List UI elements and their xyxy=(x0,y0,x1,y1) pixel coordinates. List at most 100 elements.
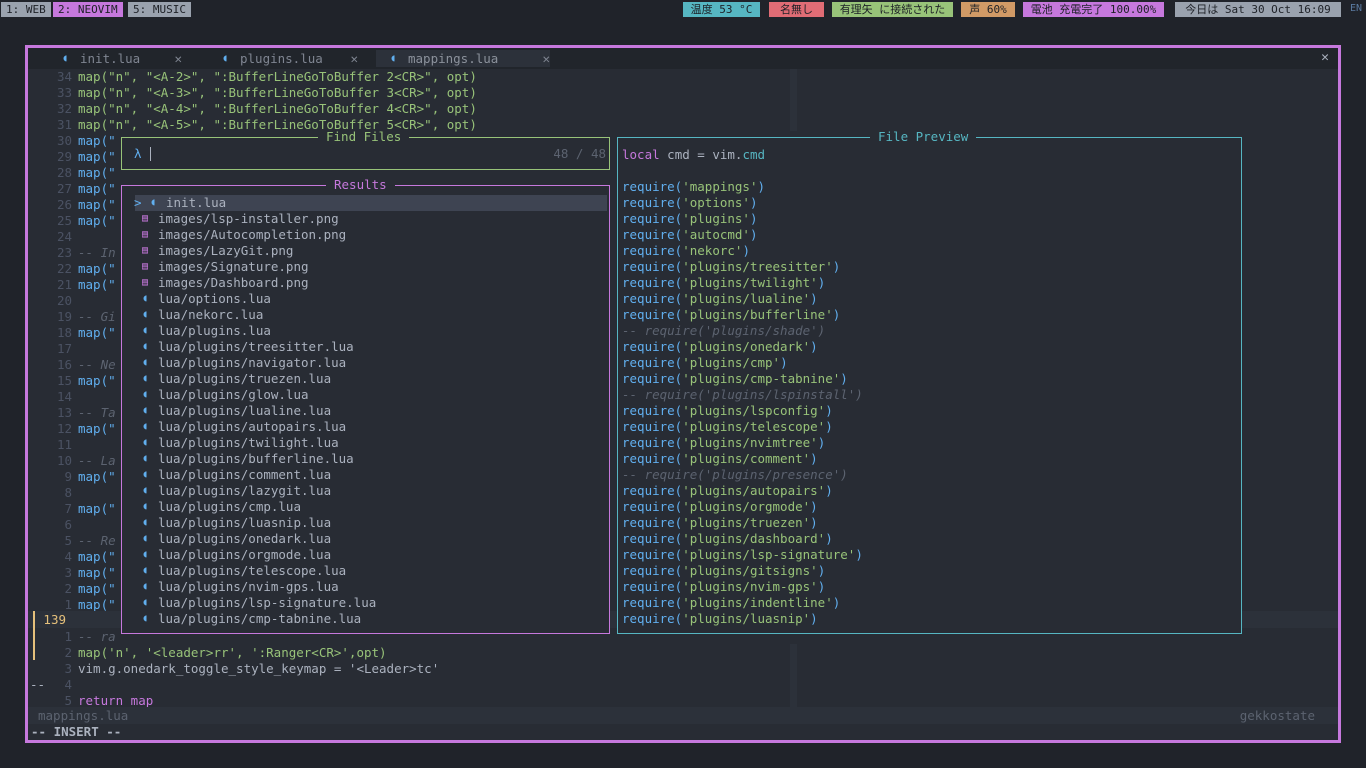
lua-file-icon: ◖ xyxy=(142,565,149,576)
buffer-tabline: ◖ init.lua ✕ ◖ plugins.lua ✕ ◖ mappings.… xyxy=(28,48,1338,69)
lua-file-icon: ◖ xyxy=(150,197,157,208)
close-window-icon[interactable]: ✕ xyxy=(1321,50,1329,65)
line-number: 21 xyxy=(56,277,72,292)
lua-file-icon: ◖ xyxy=(142,341,149,352)
result-name: lua/plugins/lsp-signature.lua xyxy=(158,595,377,610)
lua-file-icon: ◖ xyxy=(142,437,149,448)
preview-line: -- require('plugins/lspinstall') xyxy=(622,387,863,403)
result-name: lua/plugins/onedark.lua xyxy=(158,531,332,546)
workspace-5[interactable]: 5: MUSIC xyxy=(128,2,191,17)
result-name: lua/plugins/telescope.lua xyxy=(158,563,347,578)
line-number: 13 xyxy=(56,405,72,420)
preview-text: -- require('plugins/shade') xyxy=(622,323,826,338)
line-number: 15 xyxy=(56,373,72,388)
preview-text: 'options' xyxy=(682,195,750,210)
preview-text: -- require('plugins/presence') xyxy=(622,467,848,482)
require-call: require( xyxy=(622,563,683,578)
code-text: map("n", "<A-4>", ":BufferLineGoToBuffer… xyxy=(78,101,477,116)
require-call: require( xyxy=(622,547,683,562)
preview-text: 'plugins/bufferline' xyxy=(682,307,833,322)
tab-plugins-lua[interactable]: ◖ plugins.lua ✕ xyxy=(222,50,358,67)
preview-text: 'plugins/nvimtree' xyxy=(682,435,818,450)
code-text: -- In xyxy=(78,245,116,260)
lua-file-icon: ◖ xyxy=(142,309,149,320)
result-name: lua/nekorc.lua xyxy=(158,307,264,322)
preview-line: -- require('plugins/presence') xyxy=(622,467,848,483)
require-close: ) xyxy=(810,499,818,514)
require-close: ) xyxy=(780,355,788,370)
result-name: lua/plugins.lua xyxy=(158,323,271,338)
require-call: require( xyxy=(622,307,683,322)
result-name: lua/plugins/comment.lua xyxy=(158,467,332,482)
close-icon[interactable]: ✕ xyxy=(350,50,358,67)
tab-init-lua[interactable]: ◖ init.lua ✕ xyxy=(62,50,182,67)
image-file-icon: ▤ xyxy=(142,277,149,288)
require-call: require( xyxy=(622,371,683,386)
lua-file-icon: ◖ xyxy=(142,613,149,624)
require-close: ) xyxy=(749,211,758,226)
result-name: lua/plugins/lualine.lua xyxy=(158,403,332,418)
system-bar: 1: WEB 2: NEOVIM 5: MUSIC 温度 53 °C 名無し 有… xyxy=(0,0,1366,19)
workspace-2-active[interactable]: 2: NEOVIM xyxy=(53,2,123,17)
preview-line: require('plugins/comment') xyxy=(622,451,818,467)
lua-file-icon: ◖ xyxy=(142,389,149,400)
preview-line: require('plugins/nvim-gps') xyxy=(622,579,825,595)
finder-results-panel: Results > ◖ init.lua ▤ images/lsp-installer… xyxy=(121,177,610,634)
lua-file-icon: ◖ xyxy=(142,373,149,384)
image-file-icon: ▤ xyxy=(142,245,149,256)
line-number: 28 xyxy=(56,165,72,180)
code-text: map(" xyxy=(78,213,116,228)
preview-line: require('plugins/indentline') xyxy=(622,595,840,611)
line-number: 3 xyxy=(64,565,72,580)
code-text: map(" xyxy=(78,581,116,596)
tab-label: init.lua xyxy=(80,51,141,66)
preview-text: 'plugins/orgmode' xyxy=(682,499,811,514)
line-number: 32 xyxy=(56,101,72,116)
require-close: ) xyxy=(832,595,841,610)
prompt-title: Find Files xyxy=(318,129,410,145)
lua-file-icon: ◖ xyxy=(142,357,149,368)
result-name: lua/plugins/cmp-tabnine.lua xyxy=(158,611,362,626)
code-text: -- Ta xyxy=(78,405,116,420)
close-icon[interactable]: ✕ xyxy=(542,50,550,67)
preview-text: 'plugins/lspconfig' xyxy=(682,403,826,418)
result-name: lua/plugins/glow.lua xyxy=(158,387,309,402)
require-close: ) xyxy=(855,547,863,562)
lua-file-icon: ◖ xyxy=(142,469,149,480)
line-number: 1 xyxy=(64,629,72,644)
close-icon[interactable]: ✕ xyxy=(174,50,182,67)
network-widget: 有理矢 に接続された xyxy=(832,2,953,17)
code-text: map(" xyxy=(78,165,116,180)
preview-text: 'plugins/truezen' xyxy=(682,515,811,530)
preview-line: require('plugins/lsp-signature') xyxy=(622,547,863,563)
line-number: 14 xyxy=(56,389,72,404)
preview-line: require('plugins/lspconfig') xyxy=(622,403,833,419)
preview-line: require('options') xyxy=(622,195,757,211)
require-call: require( xyxy=(622,179,683,194)
require-close: ) xyxy=(832,307,841,322)
code-text: map(" xyxy=(78,149,116,164)
fold-marker: -- xyxy=(30,677,46,692)
code-text: -- Re xyxy=(78,533,116,548)
result-name: lua/plugins/navigator.lua xyxy=(158,355,347,370)
line-number: 22 xyxy=(56,261,72,276)
statusline-file: mappings.lua xyxy=(38,708,129,723)
line-number: 2 xyxy=(64,645,72,660)
code-text: map(" xyxy=(78,261,116,276)
result-name: lua/plugins/orgmode.lua xyxy=(158,547,332,562)
line-number: 31 xyxy=(56,117,72,132)
find-files-input[interactable] xyxy=(150,146,550,162)
code-text: map(" xyxy=(78,197,116,212)
code-line: 4 -- xyxy=(28,677,1338,693)
require-close: ) xyxy=(817,275,826,290)
code-line: 34 map("n", "<A-2>", ":BufferLineGoToBuff… xyxy=(28,69,1338,85)
result-name: lua/plugins/twilight.lua xyxy=(158,435,339,450)
tab-mappings-lua[interactable]: ◖ mappings.lua ✕ xyxy=(376,50,550,67)
require-call: require( xyxy=(622,531,683,546)
code-text: map('n', '<leader>rr', ':Ranger<CR>',opt… xyxy=(78,645,387,660)
require-call: require( xyxy=(622,243,683,258)
statusline: mappings.lua gekkostate xyxy=(28,707,1338,724)
workspace-1[interactable]: 1: WEB xyxy=(1,2,51,17)
preview-line: require('plugins/cmp') xyxy=(622,355,788,371)
line-number: 8 xyxy=(64,485,72,500)
